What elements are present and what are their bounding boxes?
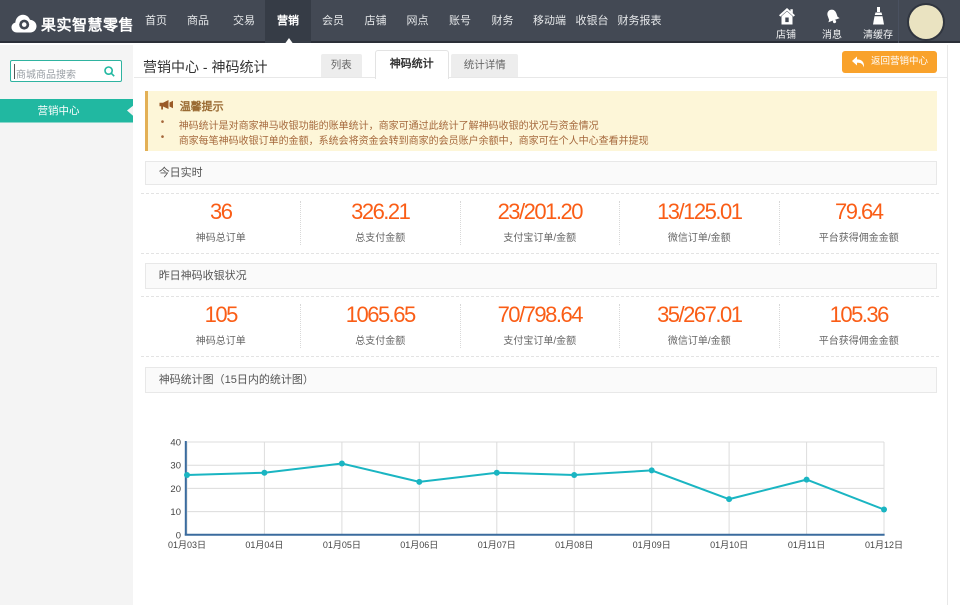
svg-text:01月03日: 01月03日 <box>168 540 206 550</box>
svg-text:01月05日: 01月05日 <box>323 540 361 550</box>
svg-text:10: 10 <box>170 507 181 518</box>
svg-text:01月09日: 01月09日 <box>633 540 671 550</box>
svg-text:01月10日: 01月10日 <box>710 540 748 550</box>
svg-text:01月06日: 01月06日 <box>400 540 438 550</box>
svg-text:20: 20 <box>170 484 181 495</box>
svg-text:01月04日: 01月04日 <box>245 540 283 550</box>
svg-text:01月11日: 01月11日 <box>788 540 825 550</box>
svg-text:01月08日: 01月08日 <box>555 540 593 550</box>
svg-text:40: 40 <box>170 438 181 449</box>
svg-text:30: 30 <box>170 461 181 472</box>
svg-text:01月07日: 01月07日 <box>478 540 516 550</box>
svg-text:01月12日: 01月12日 <box>865 540 903 550</box>
